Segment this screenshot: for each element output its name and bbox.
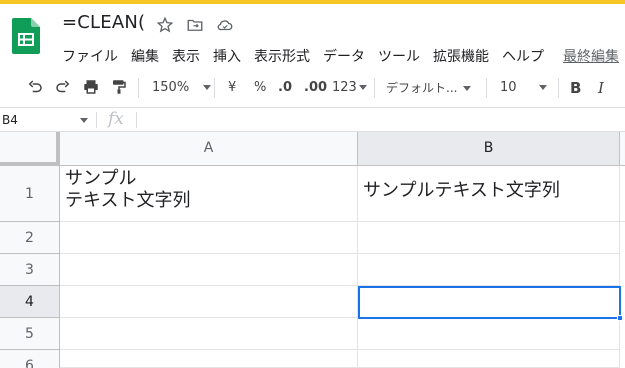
percent-format-button[interactable]: % [254,78,266,98]
star-icon[interactable] [156,16,174,34]
menu-view[interactable]: 表示 [172,46,206,66]
menu-extensions[interactable]: 拡張機能 [433,46,495,66]
fill-handle[interactable] [617,315,623,321]
select-all-corner[interactable] [0,132,60,166]
menu-format[interactable]: 表示形式 [254,46,316,66]
column-header-c[interactable] [620,132,625,166]
menu-bar: ファイル 編集 表示 挿入 表示形式 データ ツール 拡張機能 ヘルプ 最終編集 [62,46,625,66]
zoom-select[interactable]: 150% [152,78,212,98]
name-box[interactable]: B4 [0,108,94,132]
cell-a1[interactable]: サンプル テキスト文字列 [60,166,358,222]
chevron-down-icon [463,86,472,91]
formula-divider [136,112,137,128]
increase-decimal-button[interactable]: .00 [304,78,327,98]
row-header-5[interactable]: 5 [0,318,60,350]
row-header-2[interactable]: 2 [0,222,60,254]
decrease-decimal-button[interactable]: .0 [278,78,292,98]
toolbar-divider [374,78,375,98]
toolbar-divider [138,78,139,98]
toolbar-divider [558,78,559,98]
cell-a5[interactable] [60,318,358,350]
menu-edit[interactable]: 編集 [131,46,165,66]
row-header-3[interactable]: 3 [0,254,60,286]
menu-tools[interactable]: ツール [378,46,426,66]
cell-a3[interactable] [60,254,358,286]
cell-c1[interactable] [620,166,625,222]
cell-b3[interactable] [358,254,620,286]
menu-file[interactable]: ファイル [62,46,124,66]
font-select[interactable]: デフォルト... [386,78,472,98]
menu-data[interactable]: データ [323,46,371,66]
print-icon[interactable] [82,78,100,98]
bold-button[interactable]: B [570,78,581,98]
row-header-1[interactable]: 1 [0,166,60,222]
menu-insert[interactable]: 挿入 [213,46,247,66]
cell-a6[interactable] [60,350,358,368]
number-format-select[interactable]: 123 [332,78,367,98]
column-header-b[interactable]: B [358,132,620,166]
redo-icon[interactable] [54,78,72,98]
undo-icon[interactable] [26,78,44,98]
name-box-value: B4 [2,113,18,127]
cell-b1[interactable]: サンプルテキスト文字列 [358,166,620,222]
zoom-value: 150% [152,80,190,95]
font-size-select[interactable]: 10 [500,78,547,98]
title-icons [156,16,234,34]
font-value: デフォルト... [386,81,458,95]
currency-format-button[interactable]: ¥ [228,78,236,98]
header: =CLEAN( ファイル 編集 表示 挿入 表示形式 データ ツール 拡張機能 … [0,4,625,68]
formula-divider [96,112,97,128]
sheets-logo-icon[interactable] [12,18,40,54]
cell-b6[interactable] [358,350,620,368]
toolbar-divider [486,78,487,98]
cell-a4[interactable] [60,286,358,318]
row-header-4[interactable]: 4 [0,286,60,318]
toolbar-divider [214,78,215,98]
chevron-down-icon [80,118,88,123]
number-format-label: 123 [332,80,357,95]
selected-cell-outline [358,286,621,319]
cell-b2[interactable] [358,222,620,254]
font-size-value: 10 [500,80,517,95]
chevron-down-icon [203,85,212,90]
document-title[interactable]: =CLEAN( [62,12,145,33]
italic-button[interactable]: I [598,78,604,98]
cloud-status-icon[interactable] [216,16,234,34]
chevron-down-icon [358,85,367,90]
formula-bar: B4 fx [0,108,625,132]
sheet-grid: A B 1 2 3 4 5 6 サンプル テキスト文字列 サンプルテキスト文字列 [0,132,625,368]
last-edit-link[interactable]: 最終編集 [563,46,625,66]
chevron-down-icon [538,85,547,90]
move-folder-icon[interactable] [186,16,204,34]
column-header-a[interactable]: A [60,132,358,166]
paint-format-icon[interactable] [110,78,128,98]
cell-b5[interactable] [358,318,620,350]
menu-help[interactable]: ヘルプ [502,46,550,66]
fx-icon: fx [108,109,124,129]
cell-a2[interactable] [60,222,358,254]
formula-input[interactable] [144,108,624,132]
row-header-6[interactable]: 6 [0,350,60,368]
toolbar: 150% ¥ % .0 .00 123 デフォルト... 10 B I [0,68,625,108]
